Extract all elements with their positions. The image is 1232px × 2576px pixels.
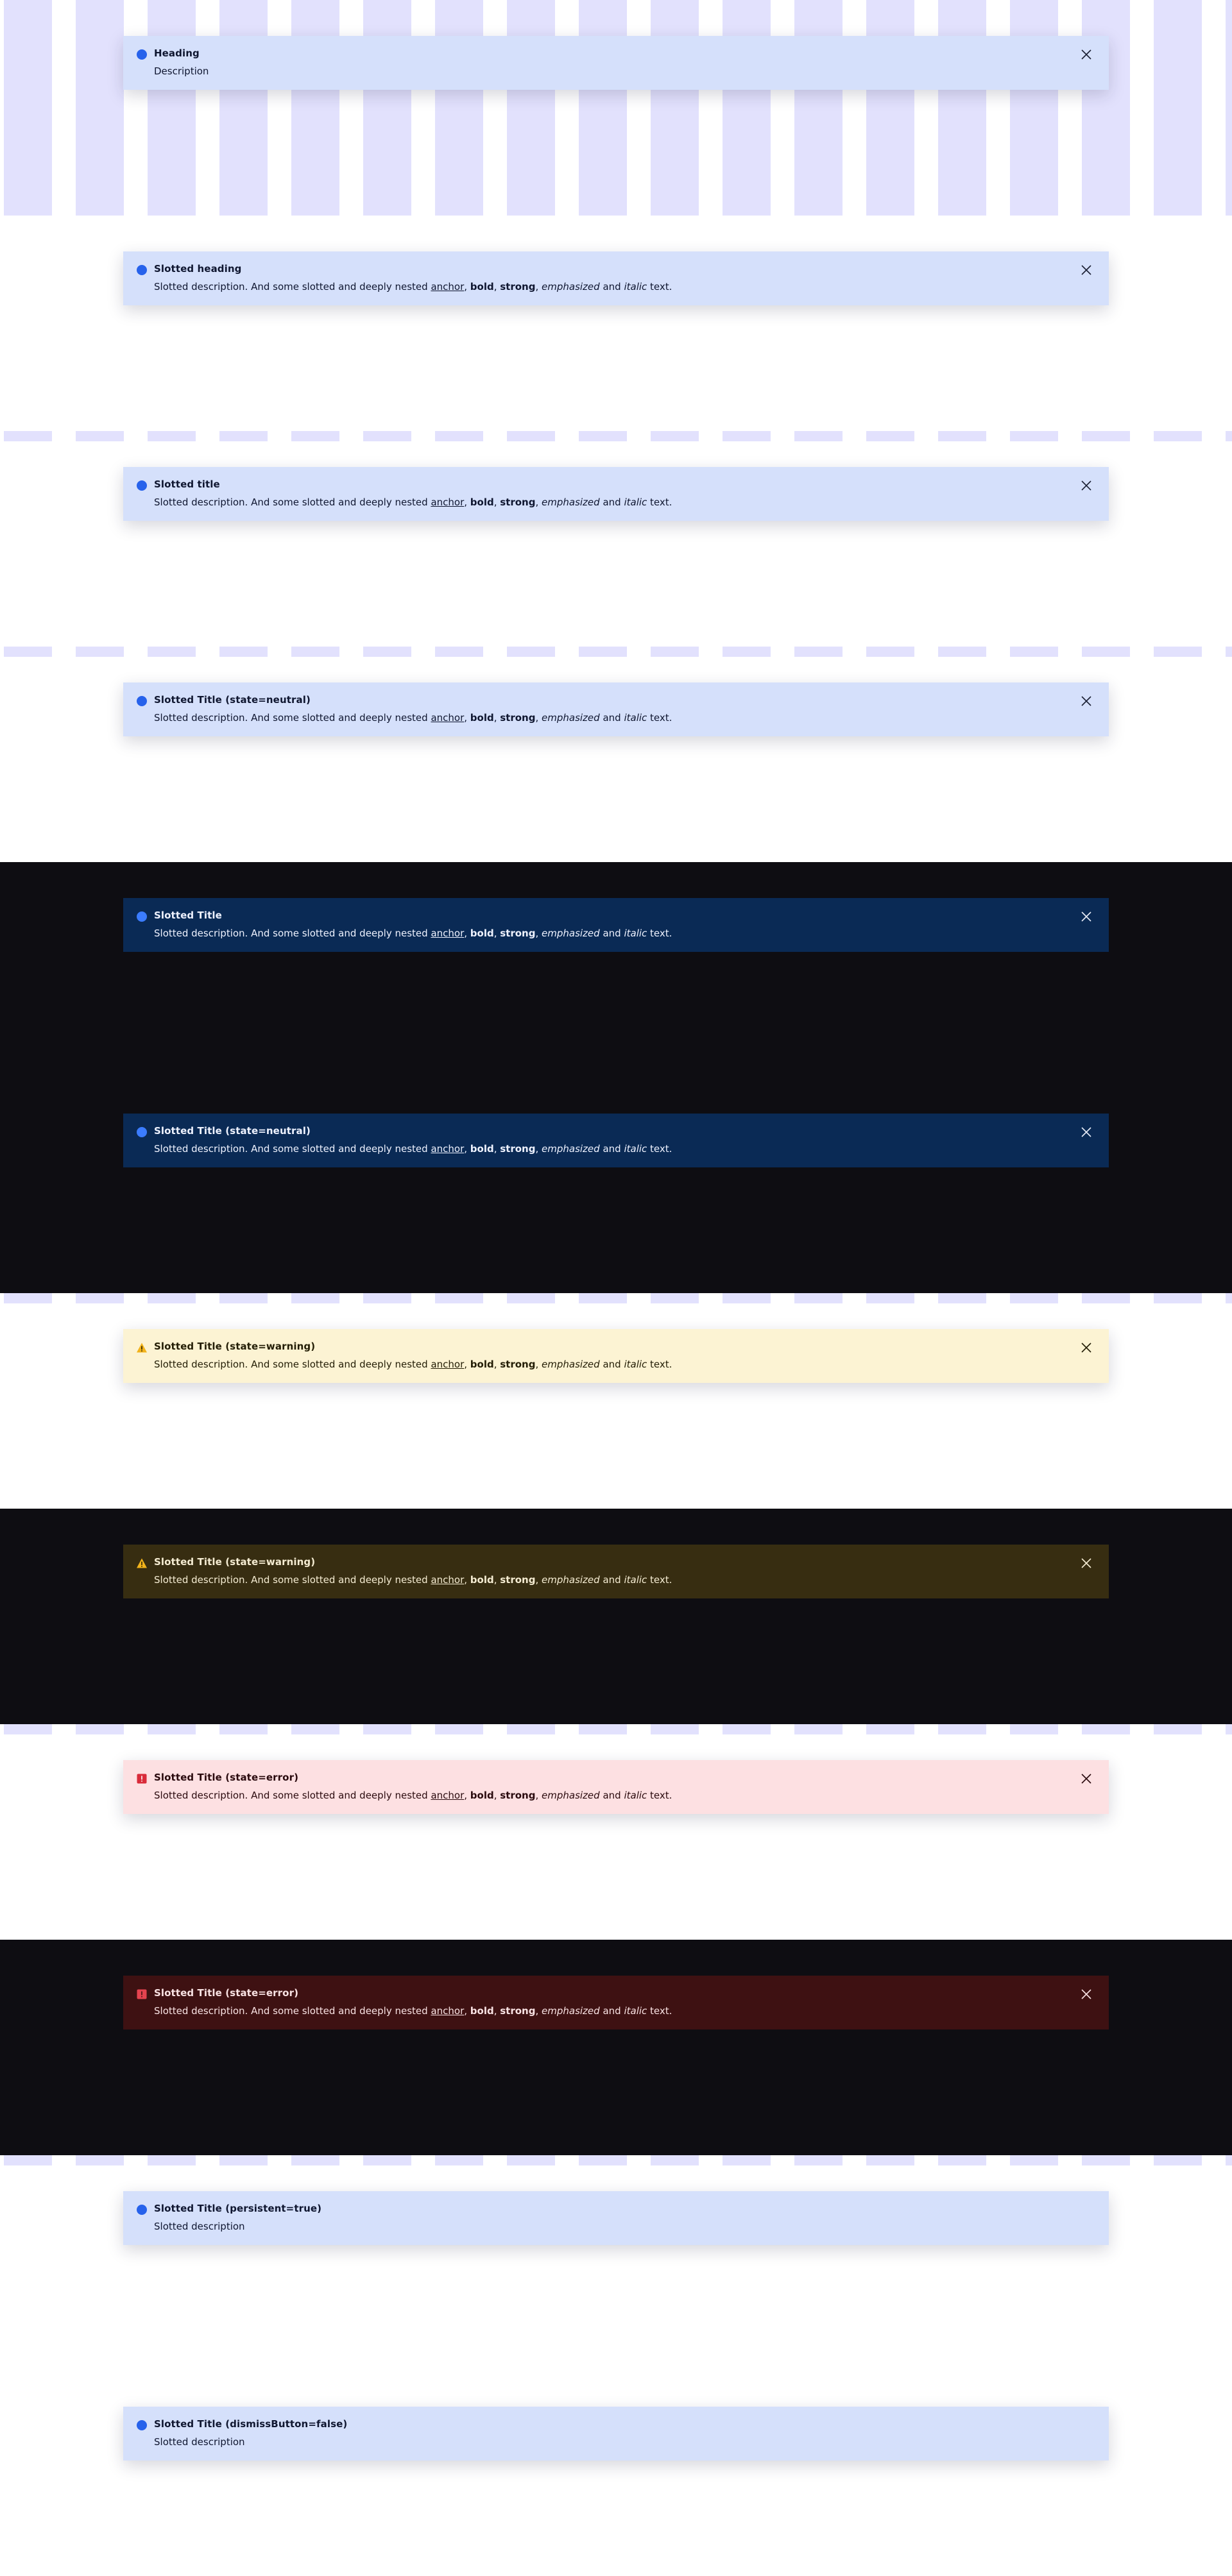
banner-description: Slotted description. And some slotted an… [154, 281, 672, 292]
story-section-7: Slotted Title (state=warning) Slotted de… [0, 1293, 1232, 1509]
stripe-divider [0, 431, 1232, 441]
close-button[interactable] [1079, 479, 1093, 493]
close-icon [1081, 49, 1091, 60]
banner-title: Slotted Title (state=neutral) [154, 1125, 311, 1137]
story-section-8: Slotted Title (state=warning) Slotted de… [0, 1509, 1232, 1724]
banner-title: Slotted Title (state=warning) [154, 1341, 316, 1352]
stripe-divider [0, 1293, 1232, 1303]
close-icon [1081, 911, 1091, 922]
stripe-divider [0, 2155, 1232, 2165]
info-icon [137, 49, 147, 60]
info-icon [137, 2205, 147, 2215]
story-section-2: Slotted heading Slotted description. And… [0, 216, 1232, 431]
banner: Slotted Title (state=error) Slotted desc… [123, 1976, 1109, 2029]
banner-title: Slotted Title (state=neutral) [154, 694, 311, 706]
close-button[interactable] [1079, 47, 1093, 62]
stripe-divider [0, 1724, 1232, 1734]
close-button[interactable] [1079, 910, 1093, 924]
banner-title: Slotted Title (state=error) [154, 1772, 299, 1783]
story-section-12: Slotted Title (dismissButton=false) Slot… [0, 2371, 1232, 2576]
description-anchor[interactable]: anchor [431, 496, 464, 508]
info-icon [137, 2420, 147, 2430]
info-icon [137, 480, 147, 491]
close-button[interactable] [1079, 1125, 1093, 1139]
banner-description: Slotted description. And some slotted an… [154, 1143, 672, 1155]
banner: Slotted Title (state=error) Slotted desc… [123, 1760, 1109, 1814]
story-section-5: Slotted Title Slotted description. And s… [0, 862, 1232, 1078]
banner-title: Slotted Title (persistent=true) [154, 2203, 322, 2214]
error-icon [137, 1774, 147, 1784]
description-anchor[interactable]: anchor [431, 1359, 464, 1370]
banner: Slotted Title (dismissButton=false) Slot… [123, 2407, 1109, 2461]
banner-description: Slotted description [154, 2436, 245, 2448]
description-anchor[interactable]: anchor [431, 2005, 464, 2017]
close-button[interactable] [1079, 1341, 1093, 1355]
banner: Slotted heading Slotted description. And… [123, 251, 1109, 305]
close-button[interactable] [1079, 1556, 1093, 1570]
banner-description: Slotted description. And some slotted an… [154, 928, 672, 939]
story-section-9: Slotted Title (state=error) Slotted desc… [0, 1724, 1232, 1940]
banner-description: Slotted description. And some slotted an… [154, 2005, 672, 2017]
banner: Slotted Title (state=neutral) Slotted de… [123, 1114, 1109, 1167]
close-icon [1081, 480, 1091, 491]
banner-description: Slotted description. And some slotted an… [154, 496, 672, 508]
banner: Slotted Title Slotted description. And s… [123, 898, 1109, 952]
close-button[interactable] [1079, 263, 1093, 277]
description-anchor[interactable]: anchor [431, 928, 464, 939]
story-section-6: Slotted Title (state=neutral) Slotted de… [0, 1078, 1232, 1293]
close-button[interactable] [1079, 1987, 1093, 2001]
warning-icon [137, 1558, 147, 1568]
close-button[interactable] [1079, 1772, 1093, 1786]
info-icon [137, 1127, 147, 1137]
story-section-3: Slotted title Slotted description. And s… [0, 431, 1232, 647]
banner: Slotted Title (persistent=true) Slotted … [123, 2191, 1109, 2245]
info-icon [137, 911, 147, 922]
story-section-11: Slotted Title (persistent=true) Slotted … [0, 2155, 1232, 2371]
banner-description: Slotted description. And some slotted an… [154, 1574, 672, 1586]
close-icon [1081, 265, 1091, 275]
close-button[interactable] [1079, 694, 1093, 708]
description-anchor[interactable]: anchor [431, 712, 464, 724]
description-anchor[interactable]: anchor [431, 281, 464, 292]
close-icon [1081, 1558, 1091, 1568]
banner-description: Slotted description. And some slotted an… [154, 1790, 672, 1801]
banner-description: Description [154, 65, 209, 77]
description-anchor[interactable]: anchor [431, 1574, 464, 1586]
banner: Slotted title Slotted description. And s… [123, 467, 1109, 521]
description-anchor[interactable]: anchor [431, 1143, 464, 1155]
info-icon [137, 265, 147, 275]
stripe-divider [0, 647, 1232, 657]
stripe-background [0, 0, 1232, 216]
banner-title: Slotted Title (dismissButton=false) [154, 2418, 348, 2430]
story-section-4: Slotted Title (state=neutral) Slotted de… [0, 647, 1232, 862]
story-section-1: Heading Description [0, 0, 1232, 216]
warning-icon [137, 1343, 147, 1353]
error-icon [137, 1989, 147, 1999]
banner-title: Slotted Title (state=warning) [154, 1556, 316, 1568]
close-icon [1081, 1127, 1091, 1137]
banner-title: Slotted Title [154, 910, 222, 921]
banner-title: Slotted Title (state=error) [154, 1987, 299, 1999]
close-icon [1081, 1989, 1091, 1999]
banner: Slotted Title (state=neutral) Slotted de… [123, 682, 1109, 736]
banner-description: Slotted description. And some slotted an… [154, 712, 672, 724]
banner-title: Slotted title [154, 479, 220, 490]
banner-title: Slotted heading [154, 263, 242, 275]
banner-description: Slotted description [154, 2221, 245, 2232]
banner: Slotted Title (state=warning) Slotted de… [123, 1545, 1109, 1598]
banner: Heading Description [123, 36, 1109, 90]
description-anchor[interactable]: anchor [431, 1790, 464, 1801]
banner-title: Heading [154, 47, 200, 59]
info-icon [137, 696, 147, 706]
close-icon [1081, 696, 1091, 706]
close-icon [1081, 1343, 1091, 1353]
close-icon [1081, 1774, 1091, 1784]
story-section-10: Slotted Title (state=error) Slotted desc… [0, 1940, 1232, 2155]
banner: Slotted Title (state=warning) Slotted de… [123, 1329, 1109, 1383]
banner-description: Slotted description. And some slotted an… [154, 1359, 672, 1370]
